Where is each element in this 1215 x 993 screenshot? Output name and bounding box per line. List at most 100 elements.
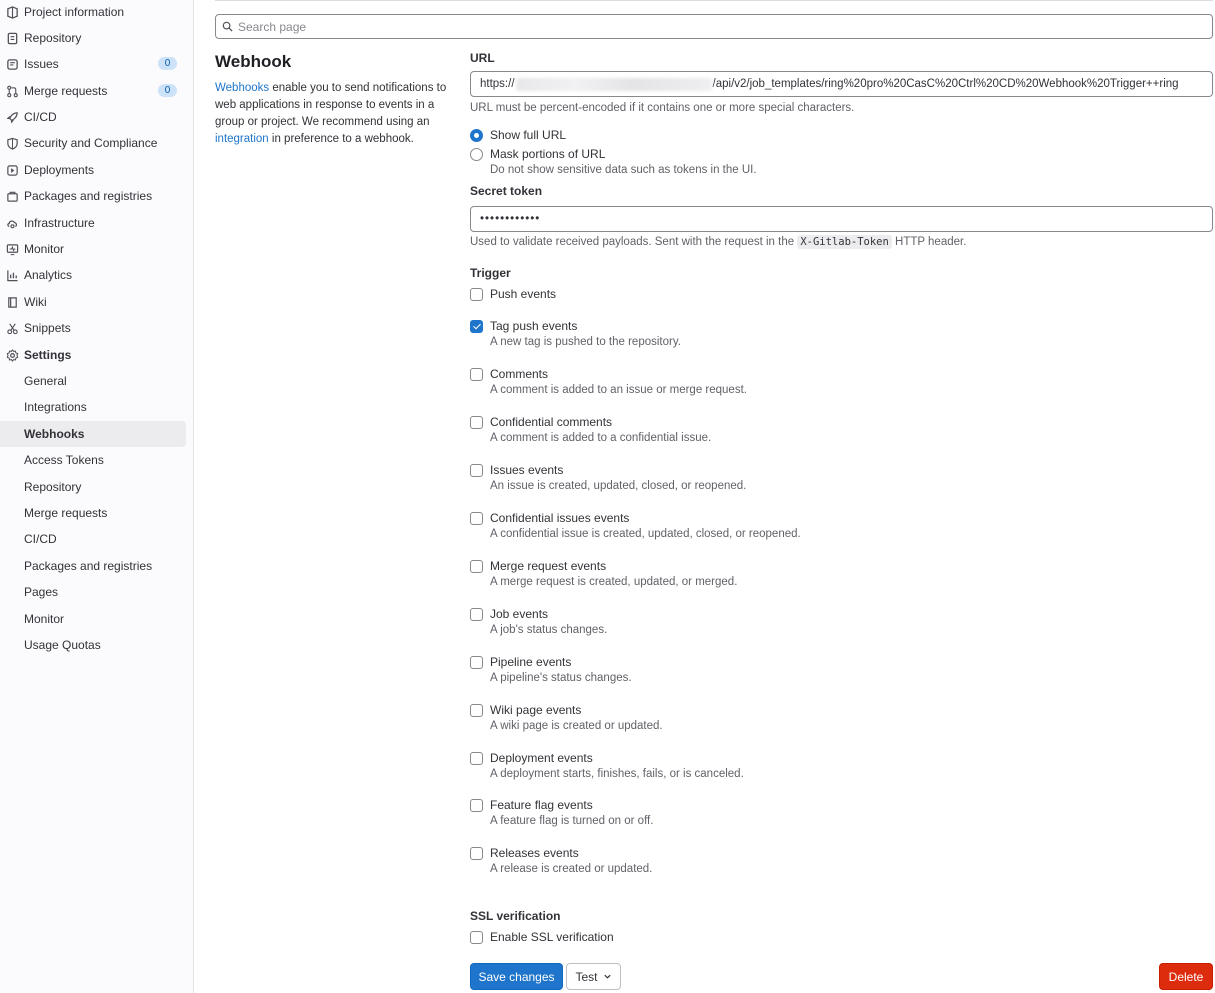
trigger-label: Wiki page events <box>490 703 582 717</box>
trigger-option[interactable]: Confidential issues events A confidential… <box>470 511 801 542</box>
url-help-text: URL must be percent-encoded if it contai… <box>470 102 855 114</box>
sidebar-item-label: Wiki <box>24 295 47 309</box>
trigger-checkbox[interactable] <box>470 704 483 717</box>
header-code: X-Gitlab-Token <box>797 235 892 249</box>
sidebar-subitem-label: Webhooks <box>24 427 85 441</box>
mask-url-radio[interactable]: Mask portions of URL Do not show sensiti… <box>470 147 757 178</box>
sidebar-item-security[interactable]: Security and Compliance <box>0 130 186 156</box>
trigger-checkbox[interactable] <box>470 656 483 669</box>
sidebar-item-merge-requests[interactable]: Merge requests 0 <box>0 78 186 104</box>
trigger-checkbox[interactable] <box>470 560 483 573</box>
sidebar-subitem-packages[interactable]: Packages and registries <box>0 553 186 579</box>
trigger-checkbox[interactable] <box>470 512 483 525</box>
sidebar-subitem-monitor[interactable]: Monitor <box>0 606 186 632</box>
search-box[interactable] <box>215 14 1213 39</box>
sidebar-item-ci-cd[interactable]: CI/CD <box>0 104 186 130</box>
sidebar-subitem-webhooks[interactable]: Webhooks <box>0 421 186 447</box>
help-text: Used to validate received payloads. Sent… <box>470 236 798 248</box>
radio-selected[interactable] <box>470 129 483 142</box>
webhooks-link[interactable]: Webhooks <box>215 82 269 94</box>
sidebar-subitem-label: Monitor <box>24 612 65 626</box>
trigger-checkbox[interactable] <box>470 847 483 860</box>
sidebar-subitem-integrations[interactable]: Integrations <box>0 394 186 420</box>
trigger-checkbox[interactable] <box>470 368 483 381</box>
sidebar-subitem-usage-quotas[interactable]: Usage Quotas <box>0 632 186 658</box>
sidebar-subitem-label: Access Tokens <box>24 453 104 467</box>
sidebar-subitem-repository[interactable]: Repository <box>0 474 186 500</box>
sidebar-subitem-ci-cd[interactable]: CI/CD <box>0 526 186 552</box>
trigger-option[interactable]: Tag push events A new tag is pushed to th… <box>470 319 681 350</box>
sidebar-item-label: Repository <box>24 31 82 45</box>
search-input[interactable] <box>238 19 1138 34</box>
trigger-option[interactable]: Issues events An issue is created, update… <box>470 463 746 494</box>
trigger-option[interactable]: Comments A comment is added to an issue o… <box>470 367 747 398</box>
ssl-checkbox-row[interactable]: Enable SSL verification <box>470 930 614 945</box>
sidebar-subitem-label: Usage Quotas <box>24 638 101 652</box>
delete-button[interactable]: Delete <box>1159 963 1213 990</box>
section-description: Webhooks enable you to send notification… <box>215 80 447 148</box>
trigger-description: A deployment starts, finishes, fails, or… <box>490 768 744 780</box>
sidebar-item-deployments[interactable]: Deployments <box>0 157 186 183</box>
trigger-description: A new tag is pushed to the repository. <box>490 336 681 348</box>
sidebar-item-settings[interactable]: Settings <box>0 342 186 368</box>
trigger-checkbox[interactable] <box>470 752 483 765</box>
sidebar-item-project-information[interactable]: Project information <box>0 0 186 25</box>
ssl-checkbox[interactable] <box>470 931 483 944</box>
sidebar-item-snippets[interactable]: Snippets <box>0 315 186 341</box>
sidebar-item-infrastructure[interactable]: Infrastructure <box>0 210 186 236</box>
secret-token-field[interactable]: •••••••••••• <box>470 206 1213 232</box>
sidebar-item-wiki[interactable]: Wiki <box>0 289 186 315</box>
trigger-checkbox[interactable] <box>470 288 483 301</box>
save-changes-button[interactable]: Save changes <box>470 963 563 990</box>
sidebar-subitem-label: Pages <box>24 585 59 599</box>
count-badge: 0 <box>158 57 177 70</box>
sidebar-item-packages[interactable]: Packages and registries <box>0 183 186 209</box>
url-field[interactable]: https:// /api/v2/job_templates/ring%20pr… <box>470 71 1213 97</box>
trigger-checkbox[interactable] <box>470 464 483 477</box>
sidebar-item-repository[interactable]: Repository <box>0 25 186 51</box>
sidebar-subitem-label: CI/CD <box>24 532 57 546</box>
test-dropdown-button[interactable]: Test <box>566 963 621 990</box>
trigger-description: An issue is created, updated, closed, or… <box>490 480 747 492</box>
sidebar-item-label: Issues <box>24 57 59 71</box>
integration-link[interactable]: integration <box>215 133 269 145</box>
doc-icon <box>5 31 19 45</box>
trigger-option[interactable]: Push events <box>470 287 556 302</box>
monitor-icon <box>5 242 19 256</box>
trigger-checkbox[interactable] <box>470 320 483 333</box>
trigger-option[interactable]: Pipeline events A pipeline's status chang… <box>470 655 632 686</box>
url-value-suffix: /api/v2/job_templates/ring%20pro%20CasC%… <box>712 78 1179 90</box>
cloud-gear-icon <box>5 216 19 230</box>
package-icon <box>5 189 19 203</box>
test-button-label: Test <box>575 969 598 984</box>
sidebar-item-analytics[interactable]: Analytics <box>0 262 186 288</box>
sidebar-subitem-merge-requests[interactable]: Merge requests <box>0 500 186 526</box>
trigger-option[interactable]: Releases events A release is created or u… <box>470 846 652 877</box>
trigger-option[interactable]: Wiki page events A wiki page is created o… <box>470 703 663 734</box>
description-text: in preference to a webhook. <box>268 133 414 145</box>
sidebar-subitem-pages[interactable]: Pages <box>0 579 186 605</box>
trigger-label: Comments <box>490 367 549 381</box>
secret-token-help: Used to validate received payloads. Sent… <box>470 235 966 249</box>
trigger-checkbox[interactable] <box>470 608 483 621</box>
trigger-option[interactable]: Merge request events A merge request is c… <box>470 559 737 590</box>
show-full-url-radio[interactable]: Show full URL <box>470 128 566 143</box>
trigger-checkbox[interactable] <box>470 799 483 812</box>
sidebar-subitem-access-tokens[interactable]: Access Tokens <box>0 447 186 473</box>
project-icon <box>5 5 19 19</box>
trigger-option[interactable]: Confidential comments A comment is added … <box>470 415 711 446</box>
trigger-label: Deployment events <box>490 751 593 765</box>
shield-icon <box>5 136 19 150</box>
trigger-checkbox[interactable] <box>470 416 483 429</box>
ssl-checkbox-label: Enable SSL verification <box>490 930 614 944</box>
sidebar-item-monitor[interactable]: Monitor <box>0 236 186 262</box>
trigger-option[interactable]: Feature flag events A feature flag is tur… <box>470 798 653 829</box>
sidebar-subitem-general[interactable]: General <box>0 368 186 394</box>
trigger-option[interactable]: Deployment events A deployment starts, fi… <box>470 751 744 782</box>
sidebar-subitem-label: General <box>24 374 67 388</box>
sidebar-item-issues[interactable]: Issues 0 <box>0 51 186 77</box>
trigger-option[interactable]: Job events A job's status changes. <box>470 607 607 638</box>
merge-request-icon <box>5 84 19 98</box>
trigger-label: Tag push events <box>490 319 578 333</box>
radio-unselected[interactable] <box>470 148 483 161</box>
